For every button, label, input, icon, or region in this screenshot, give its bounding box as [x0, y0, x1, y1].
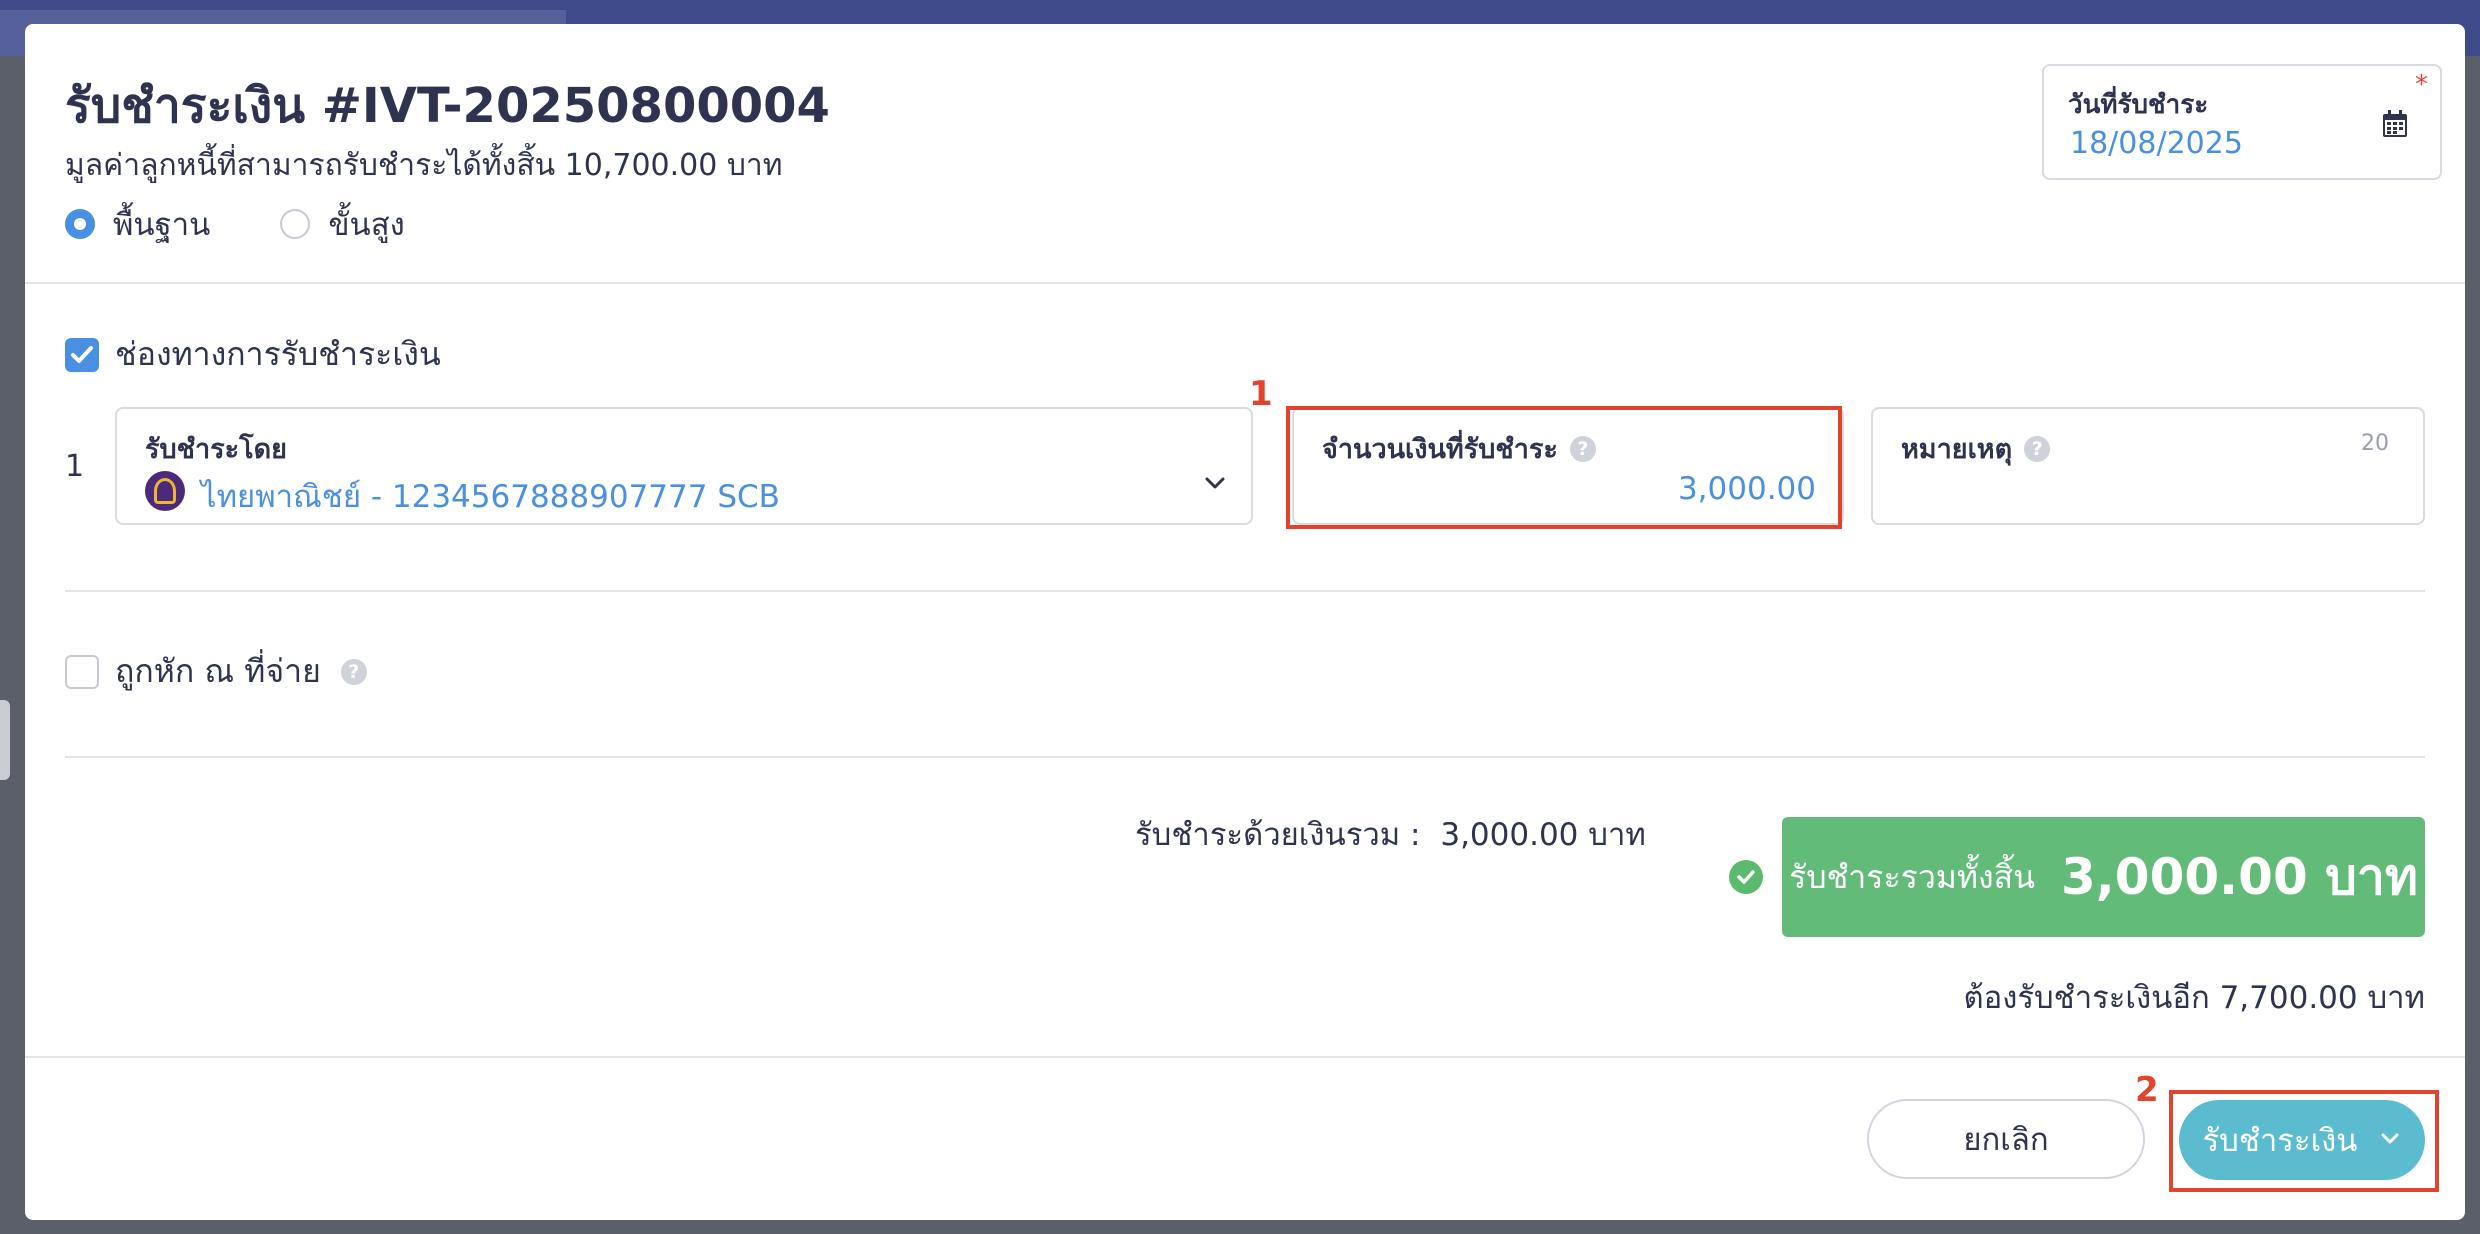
- cash-total-value: 3,000.00 บาท: [1440, 817, 1646, 853]
- receive-payment-modal: รับชำระเงิน #IVT-20250800004 มูลค่าลูกหน…: [25, 24, 2465, 1220]
- payment-method-value: ไทยพาณิชย์ - 1234567888907777 SCB: [201, 479, 780, 515]
- background-panel-edge: [0, 700, 10, 780]
- channel-divider: [65, 590, 2425, 592]
- grand-total-value: 3,000.00 บาท: [2061, 847, 2418, 906]
- mode-basic-radio[interactable]: [65, 209, 95, 239]
- withholding-toggle: ถูกหัก ณ ที่จ่าย ?: [65, 646, 367, 697]
- annotation-marker-1: 1: [1249, 374, 1273, 414]
- receivable-amount-text: มูลค่าลูกหนี้ที่สามารถรับชำระได้ทั้งสิ้น…: [65, 148, 783, 183]
- cash-total-line: รับชำระด้วยเงินรวม : 3,000.00 บาท: [1135, 809, 1646, 859]
- withholding-label[interactable]: ถูกหัก ณ ที่จ่าย: [115, 646, 321, 697]
- payment-channel-toggle: ช่องทางการรับชำระเงิน: [65, 329, 441, 380]
- chevron-down-icon[interactable]: [1201, 469, 1229, 501]
- footer-divider: [25, 1056, 2465, 1058]
- payment-method-label: รับชำระโดย: [145, 434, 287, 465]
- note-label-text: หมายเหตุ: [1901, 434, 2013, 465]
- payment-row-index: 1: [65, 449, 85, 484]
- note-char-counter: 20: [2361, 431, 2389, 456]
- help-icon[interactable]: ?: [340, 658, 367, 685]
- payment-date-field[interactable]: วันที่รับชำระ * 18/08/2025: [2042, 64, 2442, 180]
- highlight-box-1: [1286, 406, 1842, 529]
- withholding-divider: [65, 756, 2425, 758]
- cancel-button[interactable]: ยกเลิก: [1867, 1099, 2145, 1179]
- note-field[interactable]: หมายเหตุ ? 20: [1871, 407, 2425, 525]
- mode-advanced-radio[interactable]: [280, 209, 311, 239]
- grand-total-label: รับชำระรวมทั้งสิ้น: [1789, 857, 2035, 896]
- payment-channel-checkbox[interactable]: [65, 337, 99, 372]
- mode-basic-label[interactable]: พื้นฐาน: [113, 199, 210, 249]
- help-icon[interactable]: ?: [2024, 435, 2051, 462]
- scb-bank-logo: [145, 471, 185, 511]
- modal-title: รับชำระเงิน #IVT-20250800004: [65, 78, 830, 134]
- payment-date-label: วันที่รับชำระ: [2068, 90, 2209, 120]
- check-circle-icon: [1729, 860, 1763, 894]
- withholding-checkbox[interactable]: [65, 654, 99, 689]
- payment-channel-label[interactable]: ช่องทางการรับชำระเงิน: [115, 329, 441, 380]
- highlight-box-2: [2169, 1090, 2439, 1192]
- annotation-marker-2: 2: [2135, 1070, 2159, 1110]
- calendar-icon[interactable]: [2382, 110, 2408, 142]
- cash-total-label: รับชำระด้วยเงินรวม :: [1135, 817, 1421, 853]
- grand-total-banner: รับชำระรวมทั้งสิ้น 3,000.00 บาท: [1782, 817, 2425, 937]
- required-asterisk: *: [2415, 70, 2428, 100]
- mode-advanced-label[interactable]: ขั้นสูง: [328, 199, 404, 249]
- mode-radio-group: พื้นฐาน ขั้นสูง: [65, 199, 475, 249]
- remaining-amount-text: ต้องรับชำระเงินอีก 7,700.00 บาท: [1963, 980, 2425, 1016]
- note-label: หมายเหตุ ?: [1901, 427, 2051, 470]
- header-divider: [25, 282, 2465, 284]
- payment-method-select[interactable]: รับชำระโดย ไทยพาณิชย์ - 1234567888907777…: [115, 407, 1253, 525]
- payment-date-value[interactable]: 18/08/2025: [2070, 126, 2243, 161]
